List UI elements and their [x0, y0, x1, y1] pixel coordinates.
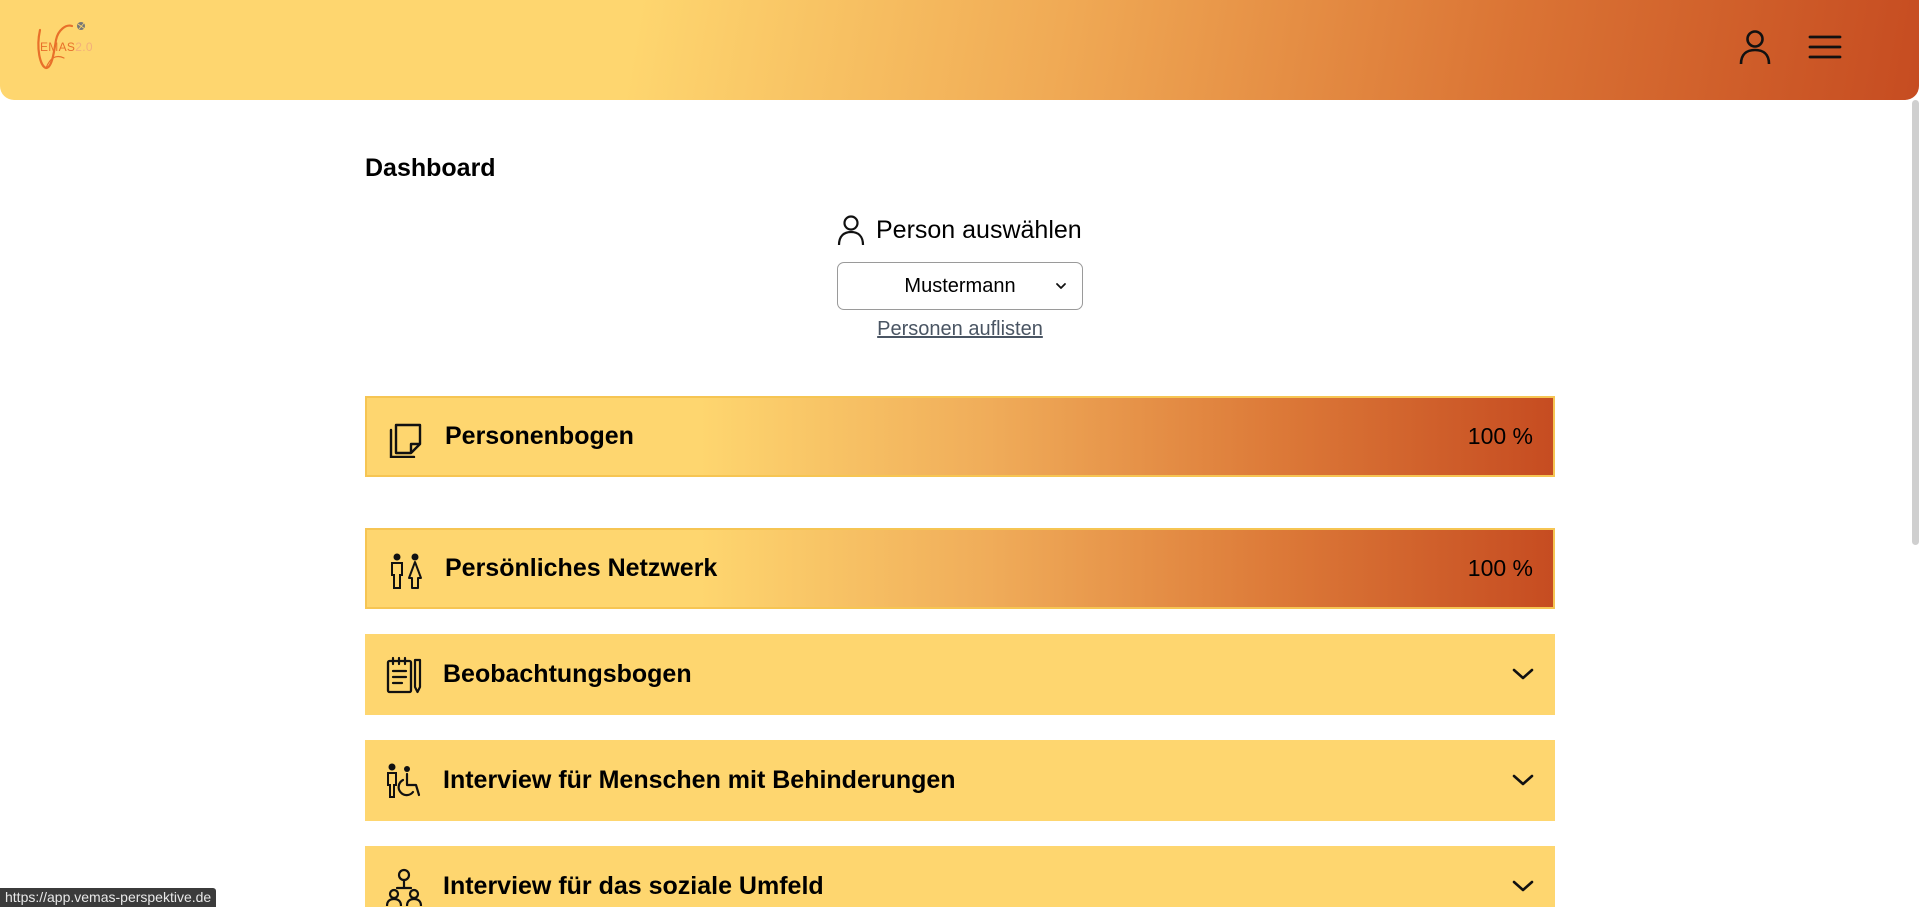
chevron-down-icon[interactable] — [1511, 768, 1535, 792]
logo-text: EMAS2.0 — [40, 40, 93, 54]
chevron-down-icon[interactable] — [1511, 662, 1535, 686]
section-label: Interview für Menschen mit Behinderungen — [443, 766, 956, 794]
people-icon — [391, 553, 422, 589]
section-interview-behinderungen[interactable]: Interview für Menschen mit Behinderungen — [365, 740, 1555, 821]
section-label: Interview für das soziale Umfeld — [443, 872, 824, 900]
person-heading-text: Person auswählen — [876, 215, 1082, 244]
chevron-down-icon[interactable] — [1511, 874, 1535, 898]
section-personenbogen[interactable]: Personenbogen 100 % — [365, 396, 1555, 477]
list-persons-link[interactable]: Personen auflisten — [877, 318, 1043, 341]
person-select-heading: Person auswählen — [836, 212, 1082, 248]
notes-icon — [389, 423, 422, 458]
section-label: Persönliches Netzwerk — [445, 554, 718, 582]
section-persoenliches-netzwerk[interactable]: Persönliches Netzwerk 100 % — [365, 528, 1555, 609]
section-beobachtungsbogen[interactable]: Beobachtungsbogen — [365, 634, 1555, 715]
section-label: Personenbogen — [445, 422, 634, 450]
person-dropdown[interactable]: Mustermann — [837, 262, 1083, 310]
status-bar-url: https://app.vemas-perspektive.de — [0, 888, 217, 907]
person-icon — [837, 215, 865, 246]
chevron-down-icon — [1056, 283, 1066, 289]
section-progress: 100 % — [1467, 423, 1533, 449]
person-dropdown-value: Mustermann — [904, 274, 1016, 297]
user-icon[interactable] — [1736, 28, 1774, 66]
app-header: EMAS2.0 — [0, 0, 1919, 100]
group-icon — [385, 868, 423, 906]
section-interview-soziales-umfeld[interactable]: Interview für das soziale Umfeld — [365, 846, 1555, 907]
page-scrollbar[interactable] — [1912, 100, 1919, 545]
hamburger-menu-icon[interactable] — [1806, 28, 1844, 66]
section-progress: 100 % — [1467, 555, 1533, 581]
section-label: Beobachtungsbogen — [443, 660, 692, 688]
page-title: Dashboard — [365, 154, 496, 182]
notepad-icon — [386, 656, 422, 694]
wheelchair-icon — [387, 763, 421, 798]
